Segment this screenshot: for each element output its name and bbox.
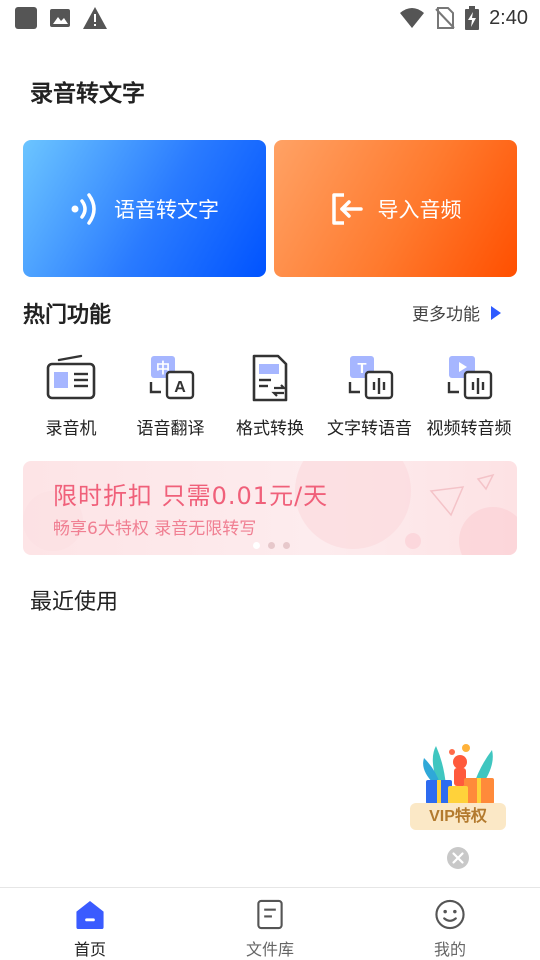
vip-label: VIP特权 [410, 803, 506, 830]
import-audio-label: 导入音频 [377, 197, 462, 222]
feature-label: 录音机 [45, 419, 97, 439]
vip-float-button[interactable]: VIP特权 [410, 740, 508, 832]
feature-label: 文字转语音 [327, 419, 412, 439]
feature-format-convert[interactable]: 格式转换 [222, 352, 318, 439]
voice-to-text-button[interactable]: 语音转文字 [23, 140, 266, 277]
voice-to-text-label: 语音转文字 [114, 197, 219, 222]
feature-label: 视频转音频 [426, 419, 512, 439]
tab-label: 文件库 [245, 940, 294, 959]
app-square-icon [15, 7, 37, 29]
more-functions-link[interactable]: 更多功能 [412, 300, 502, 325]
battery-charging-icon [465, 6, 480, 30]
wifi-icon [400, 8, 425, 28]
gift-icon [423, 744, 494, 804]
feature-voice-translate[interactable]: 中 A 语音翻译 [123, 352, 219, 439]
feature-label: 语音翻译 [136, 419, 205, 439]
pager-dot [253, 542, 260, 549]
home-icon [76, 900, 104, 930]
pager-dot [283, 542, 290, 549]
status-time: 2:40 [489, 6, 528, 29]
more-functions-label: 更多功能 [412, 305, 480, 325]
feature-text-to-speech[interactable]: T 文字转语音 [322, 352, 418, 439]
tab-mine[interactable]: 我的 [360, 888, 540, 960]
banner-subtitle: 畅享6大特权 录音无限转写 [53, 519, 257, 539]
feature-label: 格式转换 [236, 419, 304, 439]
feature-video-to-audio[interactable]: 视频转音频 [421, 352, 517, 439]
tab-label: 首页 [73, 940, 106, 959]
page-title: 录音转文字 [30, 81, 145, 107]
status-bar: 2:40 [0, 0, 540, 36]
close-icon[interactable] [446, 846, 470, 870]
bottom-tab-bar: 首页 文件库 我的 [0, 887, 540, 960]
svg-text:A: A [174, 379, 186, 396]
text-to-speech-icon: T [348, 356, 393, 400]
warning-icon [83, 7, 107, 29]
hot-functions-title: 热门功能 [23, 303, 112, 328]
import-icon [331, 192, 363, 225]
promo-banner[interactable]: 限时折扣 只需0.01元/天 畅享6大特权 录音无限转写 [23, 461, 517, 555]
translate-icon: 中 A [149, 356, 194, 400]
tab-label: 我的 [433, 940, 466, 959]
banner-pager [253, 542, 290, 549]
format-convert-icon [252, 354, 288, 402]
feature-recorder[interactable]: 录音机 [23, 352, 119, 439]
import-audio-button[interactable]: 导入音频 [274, 140, 517, 277]
sound-wave-icon [71, 192, 96, 225]
video-to-audio-icon [447, 356, 493, 400]
tab-files[interactable]: 文件库 [180, 888, 360, 960]
radio-icon [46, 354, 96, 400]
pager-dot [268, 542, 275, 549]
banner-title: 限时折扣 只需0.01元/天 [53, 482, 329, 510]
feature-grid: 录音机 中 A 语音翻译 格式转换 T 文字转语音 视频转音频 [23, 352, 517, 439]
triangle-right-icon [491, 305, 501, 320]
document-icon [257, 899, 283, 930]
recent-title: 最近使用 [30, 590, 119, 615]
tab-home[interactable]: 首页 [0, 888, 180, 960]
no-sim-icon [435, 7, 455, 29]
smiley-icon [435, 899, 465, 930]
image-icon [50, 9, 70, 27]
